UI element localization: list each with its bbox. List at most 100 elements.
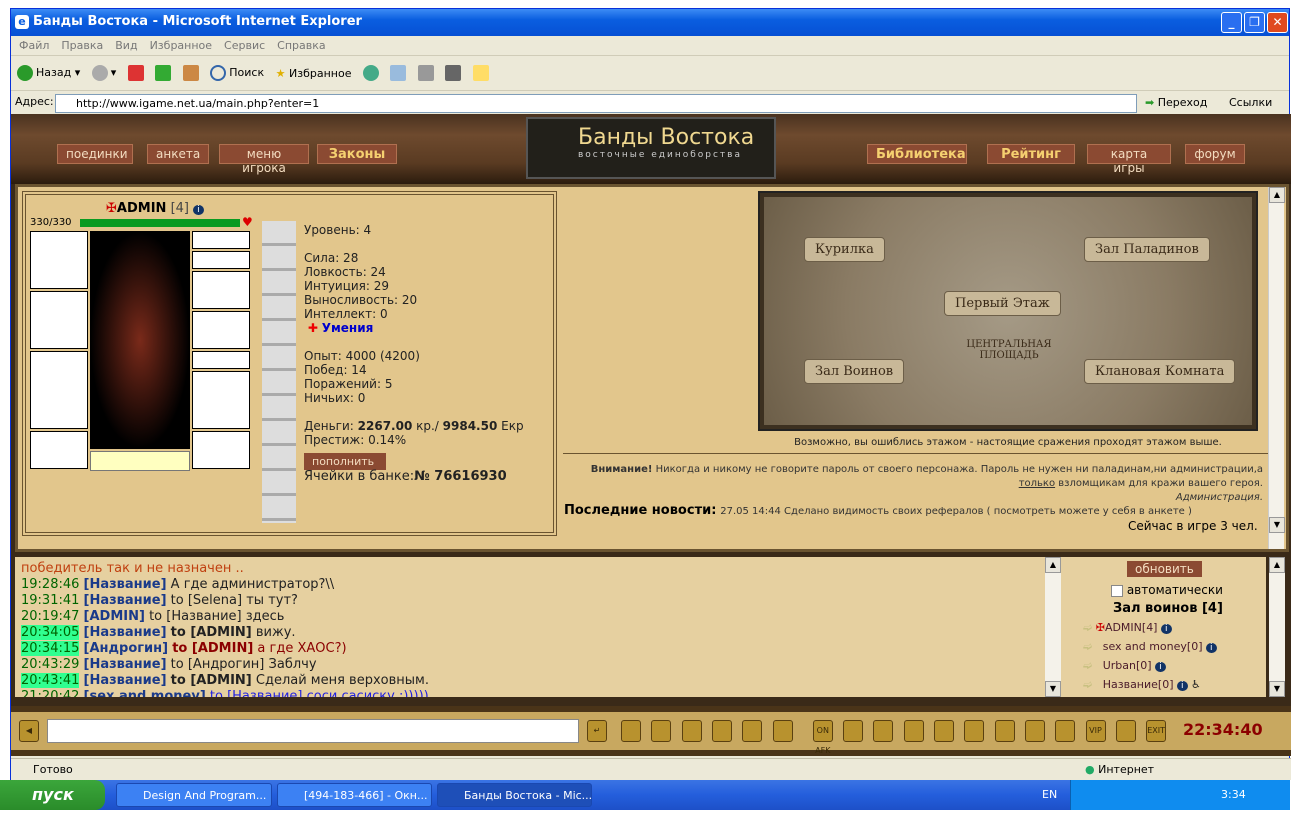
auto-refresh-checkbox[interactable]: автоматически	[1111, 583, 1223, 597]
belt-slot[interactable]	[30, 431, 88, 469]
menu-edit[interactable]: Правка	[61, 39, 103, 52]
exit-icon[interactable]: EXIT	[1146, 720, 1167, 742]
on-afk-icon[interactable]: ON AFK	[812, 720, 833, 755]
nav-forum[interactable]: форум	[1185, 144, 1245, 164]
scroll-slots[interactable]	[262, 221, 296, 523]
menu-view[interactable]: Вид	[115, 39, 137, 52]
online-user[interactable]: ➫ ✠ADMIN[4] i	[1083, 619, 1217, 638]
close-button[interactable]: ✕	[1267, 12, 1288, 33]
info-icon[interactable]: i	[193, 205, 204, 215]
chat-recipient[interactable]: to [Название]	[149, 609, 242, 624]
building-icon[interactable]	[1024, 720, 1045, 742]
chat-nick[interactable]: [Название]	[84, 593, 167, 608]
bracers-slot[interactable]	[192, 271, 250, 309]
online-user[interactable]: ➫ Urban[0] i	[1083, 657, 1217, 676]
note-icon[interactable]	[472, 65, 489, 81]
fighter-icon[interactable]	[711, 720, 732, 742]
address-input[interactable]: http://www.igame.net.ua/main.php?enter=1	[55, 94, 1137, 113]
send-icon[interactable]: ↵	[587, 720, 607, 742]
vip-icon[interactable]: VIP	[1085, 720, 1106, 742]
skills-link[interactable]: ✚ Умения	[304, 321, 524, 335]
refresh-button[interactable]: обновить	[1127, 561, 1202, 577]
chat-recipient[interactable]: to [ADMIN]	[171, 673, 252, 688]
nav-duels[interactable]: поединки	[57, 144, 133, 164]
search-button[interactable]: Поиск	[210, 65, 264, 81]
boots-slot[interactable]	[192, 431, 250, 469]
chat-recipient[interactable]: to [ADMIN]	[172, 641, 253, 656]
cross-icon[interactable]	[994, 720, 1015, 742]
pocket-slots[interactable]	[90, 451, 190, 471]
print-icon[interactable]	[417, 65, 434, 81]
glasses-icon[interactable]	[843, 720, 864, 742]
music-icon[interactable]	[772, 720, 793, 742]
offhand-slot[interactable]	[192, 371, 250, 429]
earrings-slot[interactable]	[192, 231, 250, 249]
online-user[interactable]: ➫ Название[0] i ♿	[1083, 676, 1217, 695]
armor-slot[interactable]	[30, 351, 88, 429]
forward-button[interactable]: ▾	[91, 65, 116, 81]
stop-icon[interactable]	[127, 65, 144, 81]
chat-recipient[interactable]: to [ADMIN]	[171, 625, 252, 640]
nav-library[interactable]: Библиотека	[867, 144, 967, 164]
mail-icon[interactable]	[390, 65, 407, 81]
room-paladins[interactable]: Зал Паладинов	[1084, 237, 1210, 262]
character-avatar[interactable]	[90, 231, 190, 449]
links-button[interactable]: Ссылки	[1229, 96, 1272, 109]
minimize-button[interactable]: _	[1221, 12, 1242, 33]
filter-icon[interactable]	[651, 720, 672, 742]
chat-scrollbar[interactable]: ▲ ▼	[1045, 557, 1061, 697]
flag-icon[interactable]	[1115, 720, 1136, 742]
nav-laws[interactable]: Законы	[317, 144, 397, 164]
favorites-button[interactable]: ★ Избранное	[276, 67, 352, 80]
start-button[interactable]: пуск	[0, 780, 105, 810]
chat-recipient[interactable]: to [Андрогин]	[171, 657, 265, 672]
back-button[interactable]: Назад ▾	[17, 65, 80, 81]
chat-recipient[interactable]: to [Selena]	[171, 593, 242, 608]
topup-button[interactable]: пополнить	[304, 453, 386, 470]
nav-rating[interactable]: Рейтинг	[987, 144, 1075, 164]
sound-icon[interactable]: ◀	[19, 720, 39, 742]
online-user[interactable]: ➫ sex and money[0] i	[1083, 638, 1217, 657]
quill-icon[interactable]	[934, 720, 954, 742]
history-icon[interactable]	[362, 65, 379, 81]
menu-favorites[interactable]: Избранное	[150, 39, 212, 52]
chat-nick[interactable]: [Андрогин]	[84, 641, 169, 656]
go-button[interactable]: ➡ Переход	[1145, 96, 1207, 109]
gloves-slot[interactable]	[192, 311, 250, 349]
chat-recipient[interactable]: to [Название]	[210, 689, 303, 697]
language-indicator[interactable]: EN	[1042, 788, 1057, 801]
nav-profile[interactable]: анкета	[147, 144, 209, 164]
amulet-slot[interactable]	[192, 251, 250, 269]
room-first-floor[interactable]: Первый Этаж	[944, 291, 1061, 316]
bomb-icon[interactable]	[903, 720, 924, 742]
room-clan[interactable]: Клановая Комната	[1084, 359, 1236, 384]
chat-nick[interactable]: [ADMIN]	[84, 609, 145, 624]
floppy-icon[interactable]	[964, 720, 985, 742]
chat-nick[interactable]: [Название]	[84, 577, 167, 592]
weapon-slot[interactable]	[30, 291, 88, 349]
task-design[interactable]: Design And Program...	[116, 783, 272, 807]
home-icon[interactable]	[182, 65, 199, 81]
edit-icon[interactable]	[445, 65, 462, 81]
maximize-button[interactable]: ❐	[1244, 12, 1265, 33]
chat-nick[interactable]: [Название]	[84, 673, 167, 688]
helmet-slot[interactable]	[30, 231, 88, 289]
coin-icon[interactable]	[1055, 720, 1076, 742]
main-scrollbar[interactable]: ▲ ▼	[1268, 187, 1285, 549]
menu-tools[interactable]: Сервис	[224, 39, 265, 52]
chat-nick[interactable]: [sex and money]	[84, 689, 206, 697]
room-warriors[interactable]: Зал Воинов	[804, 359, 905, 384]
task-chat-window[interactable]: [494-183-466] - Окн...	[277, 783, 432, 807]
nav-player-menu[interactable]: меню игрока	[219, 144, 309, 175]
nav-game-map[interactable]: карта игры	[1087, 144, 1171, 175]
online-scrollbar[interactable]: ▲ ▼	[1269, 557, 1285, 697]
room-smoking[interactable]: Курилка	[804, 237, 885, 262]
menu-file[interactable]: Файл	[19, 39, 49, 52]
refresh-icon[interactable]	[155, 65, 172, 81]
chat-nick[interactable]: [Название]	[84, 625, 167, 640]
pl-icon[interactable]	[742, 720, 763, 742]
chat-nick[interactable]: [Название]	[84, 657, 167, 672]
task-browser[interactable]: Банды Востока - Mic...	[437, 783, 592, 807]
smile-icon[interactable]	[873, 720, 894, 742]
eraser-icon[interactable]	[621, 720, 641, 742]
